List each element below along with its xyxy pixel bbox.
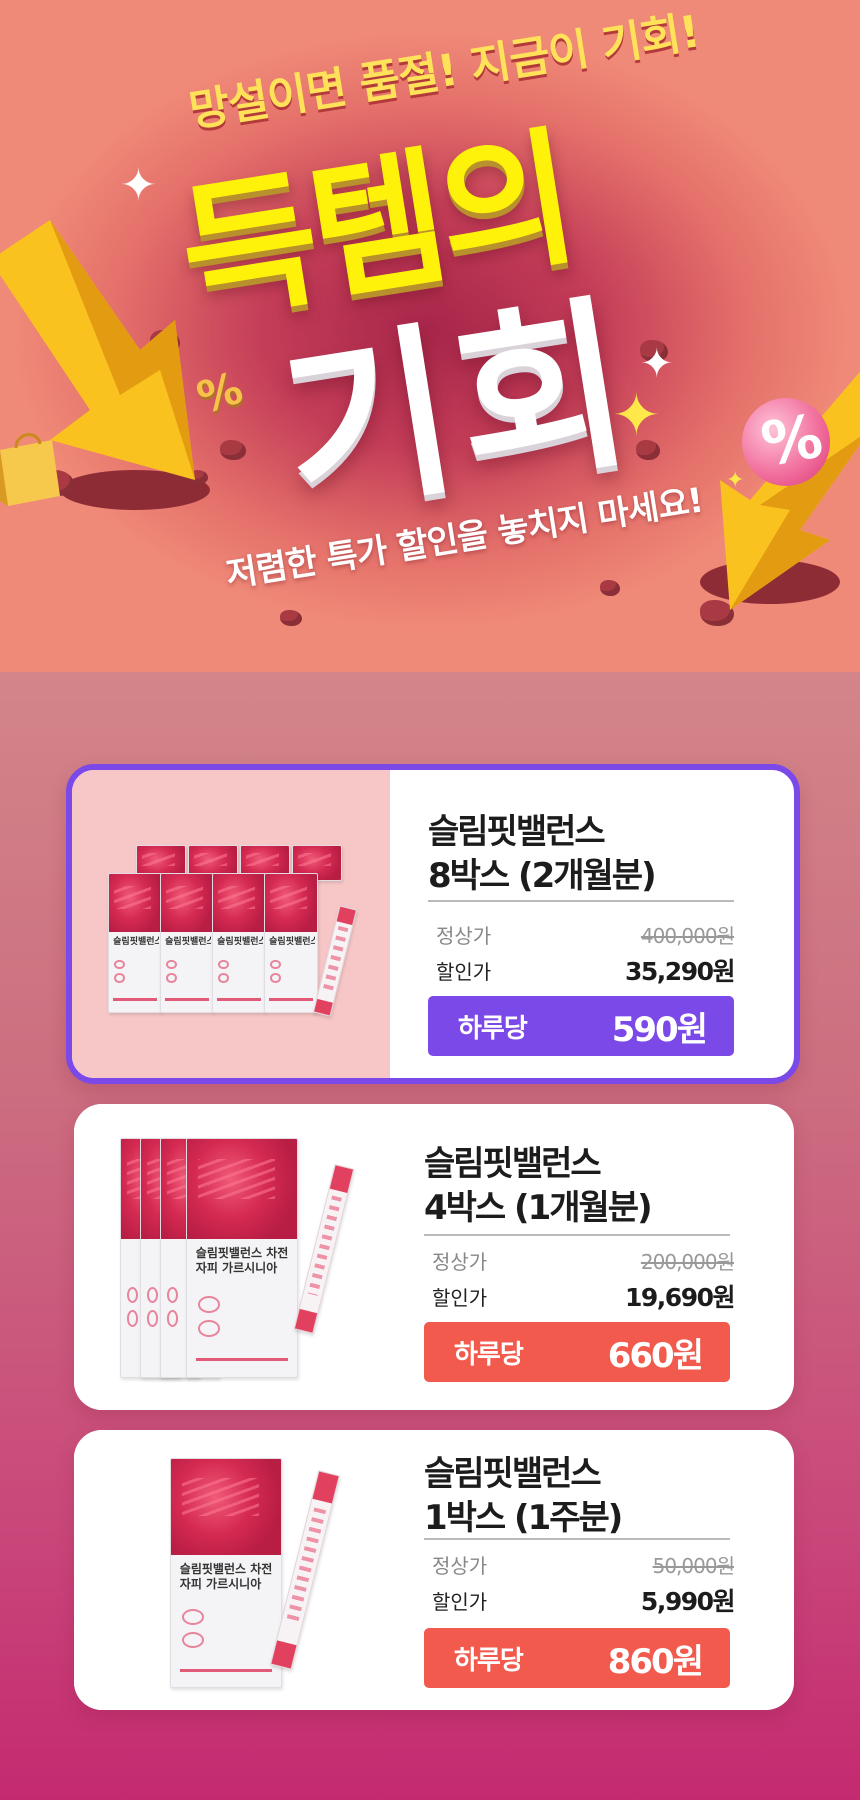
percent-icon: % (756, 401, 828, 481)
product-name-sub: 4박스 (1개월분) (424, 1188, 653, 1228)
product-card-1box[interactable]: 슬림핏밸런스 차전자피 가르시니아 슬림핏밸런스 1박스 (1주분) 정상가 5… (74, 1430, 794, 1710)
daily-price-badge: 하루당 660원 (424, 1322, 730, 1382)
product-name: 슬림핏밸런스 (428, 812, 606, 852)
product-image: 슬림핏밸런스 차전자피 가르시니아 (74, 1430, 388, 1710)
daily-price-badge: 하루당 860원 (424, 1628, 730, 1688)
sparkle-icon: ✦ (120, 160, 157, 211)
regular-price-label: 정상가 (432, 1554, 488, 1578)
product-info: 슬림핏밸런스 4박스 (1개월분) 정상가 200,000원 할인가 19,69… (424, 1104, 794, 1410)
sale-price-label: 할인가 (432, 1286, 488, 1310)
product-image: 슬림핏밸런스 차전자피 가르시니아 (74, 1104, 388, 1410)
daily-label: 하루당 (458, 1013, 528, 1044)
sale-price: 35,290원 (625, 957, 735, 986)
regular-price-label: 정상가 (436, 924, 492, 948)
product-name: 슬림핏밸런스 (424, 1454, 602, 1494)
divider (424, 1538, 730, 1540)
product-stick (293, 1164, 355, 1334)
daily-price: 590원 (611, 1009, 708, 1050)
daily-price-badge: 하루당 590원 (428, 996, 734, 1056)
product-box: 슬림핏밸런스 차전자피 가르시니아 (108, 873, 162, 1013)
divider (424, 1234, 730, 1236)
sale-price: 5,990원 (640, 1587, 736, 1616)
product-name-sub: 1박스 (1주분) (424, 1498, 623, 1538)
product-card-4box[interactable]: 슬림핏밸런스 차전자피 가르시니아 슬림핏밸런스 4박스 (1개월분) 정상가 … (74, 1104, 794, 1410)
daily-price: 860원 (607, 1641, 704, 1682)
product-card-8box[interactable]: 슬림핏밸런스 차전자피 가르시니아 슬림핏밸런스 차전자피 가르시니아 슬림핏밸… (66, 764, 800, 1084)
product-box: 슬림핏밸런스 차전자피 가르시니아 (186, 1138, 298, 1378)
shopping-bag-icon (0, 433, 60, 506)
divider (428, 900, 734, 902)
product-stick (312, 905, 358, 1017)
product-box: 슬림핏밸런스 차전자피 가르시니아 (264, 873, 318, 1013)
regular-price: 200,000원 (640, 1250, 735, 1274)
regular-price: 400,000원 (640, 924, 735, 948)
daily-label: 하루당 (454, 1339, 524, 1370)
sale-price-label: 할인가 (436, 960, 492, 984)
product-box: 슬림핏밸런스 차전자피 가르시니아 (160, 873, 214, 1013)
product-name-sub: 8박스 (2개월분) (428, 856, 657, 896)
hero-banner: % % ✦ ✦ ✦ ✦ 망설이면 품절! 지금이 기회! 득템의 기회 저렴한 … (0, 0, 860, 672)
product-image: 슬림핏밸런스 차전자피 가르시니아 슬림핏밸런스 차전자피 가르시니아 슬림핏밸… (72, 770, 390, 1078)
promo-page: % % ✦ ✦ ✦ ✦ 망설이면 품절! 지금이 기회! 득템의 기회 저렴한 … (0, 0, 860, 1800)
product-info: 슬림핏밸런스 8박스 (2개월분) 정상가 400,000원 할인가 35,29… (428, 770, 794, 1078)
sale-price-label: 할인가 (432, 1590, 488, 1614)
rock-decoration (280, 610, 302, 626)
rock-decoration (600, 580, 620, 596)
sale-price: 19,690원 (625, 1283, 735, 1312)
product-info: 슬림핏밸런스 1박스 (1주분) 정상가 50,000원 할인가 5,990원 … (424, 1430, 794, 1710)
regular-price: 50,000원 (652, 1554, 735, 1578)
daily-label: 하루당 (454, 1645, 524, 1676)
product-box: 슬림핏밸런스 차전자피 가르시니아 (170, 1458, 282, 1688)
product-box: 슬림핏밸런스 차전자피 가르시니아 (212, 873, 266, 1013)
daily-price: 660원 (607, 1335, 704, 1376)
sparkle-icon: ✦ (640, 341, 674, 387)
product-name: 슬림핏밸런스 (424, 1144, 602, 1184)
regular-price-label: 정상가 (432, 1250, 488, 1274)
sparkle-icon: ✦ (726, 468, 745, 493)
